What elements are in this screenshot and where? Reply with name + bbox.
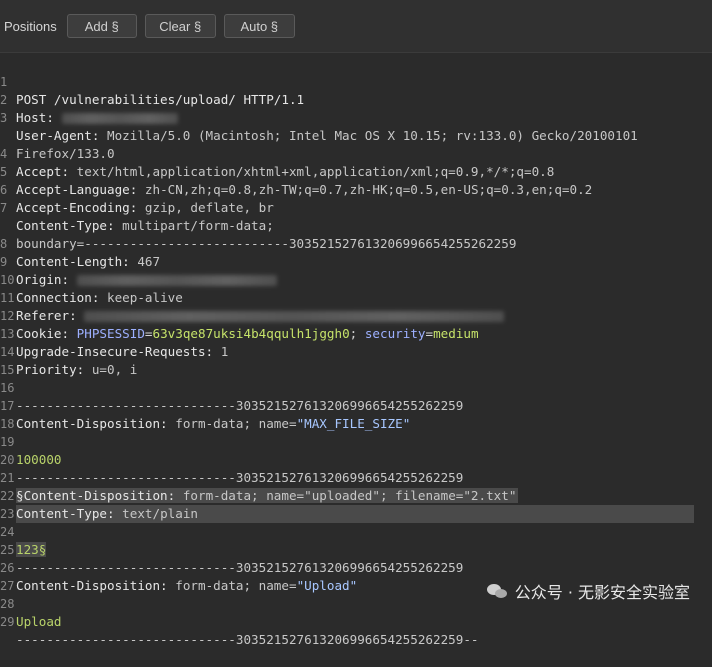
header-line: 4 Accept: text/html,application/xhtml+xm… [0, 147, 555, 179]
boundary-line: 20 -----------------------------30352152… [0, 453, 464, 485]
add-position-button[interactable]: Add § [66, 14, 137, 38]
header-line: 11 Referer: [0, 271, 712, 323]
auto-position-button[interactable]: Auto § [223, 14, 295, 38]
blank-line: 27 [0, 579, 15, 593]
header-line: 2 Host: [0, 73, 712, 125]
header-line: 8 Content-Length: 467 [0, 237, 161, 269]
request-editor[interactable]: 1 POST /vulnerabilities/upload/ HTTP/1.1… [0, 55, 712, 647]
header-line: 3 User-Agent: Mozilla/5.0 (Macintosh; In… [0, 111, 638, 143]
header-line: 13 Upgrade-Insecure-Requests: 1 [0, 327, 229, 359]
positions-label: Positions [4, 18, 57, 34]
header-line-continued: boundary=---------------------------3035… [16, 236, 517, 251]
header-line: 10 Connection: keep-alive [0, 273, 183, 305]
payload-position-line[interactable]: 22 Content-Type: text/plain [0, 469, 712, 523]
wechat-icon [486, 582, 509, 600]
header-line-cookie: 12 Cookie: PHPSESSID=63v3qe87uksi4b4qqul… [0, 309, 479, 341]
header-line: 6 Accept-Encoding: gzip, deflate, br [0, 183, 274, 215]
body-header-line: 26 Content-Disposition: form-data; name=… [0, 561, 358, 593]
header-line-continued: Firefox/133.0 [16, 146, 115, 161]
payload-position-line[interactable]: 24 123§ [0, 505, 712, 557]
request-line: 1 POST /vulnerabilities/upload/ HTTP/1.1 [0, 75, 305, 107]
body-value-line: 19 100000 [0, 435, 62, 467]
header-line: 14 Priority: u=0, i [0, 345, 138, 377]
header-line: 7 Content-Type: multipart/form-data; [0, 201, 274, 233]
watermark-text: 公众号 · 无影安全实验室 [514, 583, 690, 602]
header-line: 5 Accept-Language: zh-CN,zh;q=0.8,zh-TW;… [0, 165, 593, 197]
positions-toolbar: Positions Add § Clear § Auto § [0, 0, 712, 53]
boundary-line: 16 -----------------------------30352152… [0, 381, 464, 413]
blank-line: 18 [0, 417, 15, 431]
watermark: 公众号 · 无影安全实验室 [486, 579, 690, 603]
clear-position-button[interactable]: Clear § [144, 14, 216, 38]
boundary-line: 25 -----------------------------30352152… [0, 543, 464, 575]
body-header-line: 17 Content-Disposition: form-data; name=… [0, 399, 411, 431]
payload-position-line[interactable]: 21 §Content-Disposition: form-data; name… [0, 451, 712, 503]
header-line: 9 Origin: [0, 235, 712, 287]
blank-line: 15 [0, 363, 15, 377]
payload-position-line[interactable]: 23 [0, 487, 712, 521]
